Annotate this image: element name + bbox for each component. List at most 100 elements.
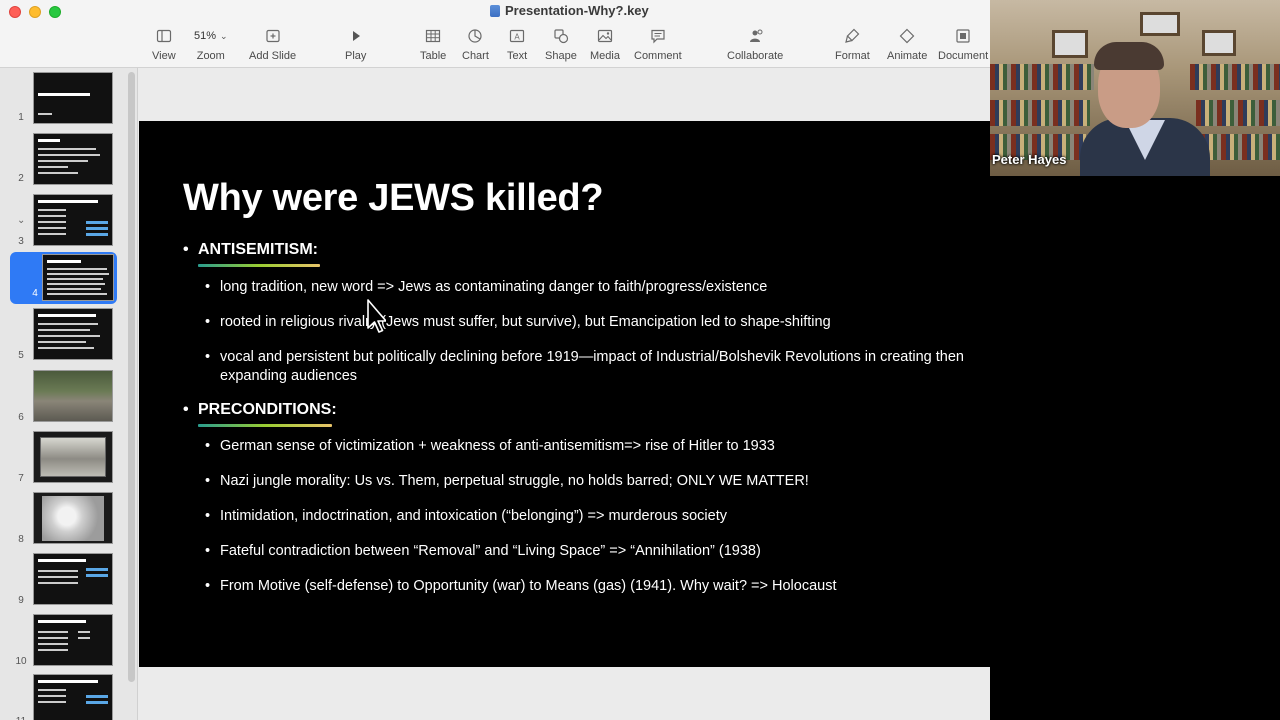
slide-thumbnail-3[interactable]: 3 bbox=[0, 194, 128, 252]
keynote-file-icon bbox=[490, 4, 500, 17]
slide-number: 2 bbox=[18, 173, 24, 184]
collaborate-button[interactable]: Collaborate bbox=[727, 26, 783, 62]
slide-thumbnail-4-selected[interactable]: 4 bbox=[10, 252, 117, 304]
animate-button[interactable]: Animate bbox=[887, 26, 927, 62]
slide-thumbnail-10[interactable]: 10 bbox=[0, 614, 128, 672]
person-hair bbox=[1094, 42, 1164, 70]
media-label: Media bbox=[590, 50, 620, 62]
slide-number: 10 bbox=[15, 656, 27, 667]
view-button[interactable]: View bbox=[152, 26, 176, 62]
bullet-item[interactable]: • long tradition, new word => Jews as con… bbox=[205, 278, 965, 297]
shape-icon bbox=[553, 26, 569, 46]
slide-preview bbox=[33, 553, 113, 605]
slide-number: 5 bbox=[18, 350, 24, 361]
slide-preview bbox=[42, 254, 114, 301]
slide-number: 7 bbox=[18, 473, 24, 484]
slide-title[interactable]: Why were JEWS killed? bbox=[183, 177, 604, 220]
table-icon bbox=[425, 26, 441, 46]
collaborate-icon bbox=[747, 26, 763, 46]
add-slide-button[interactable]: Add Slide bbox=[249, 26, 296, 62]
collaborate-label: Collaborate bbox=[727, 50, 784, 62]
table-label: Table bbox=[420, 50, 447, 62]
title-toolbar: Presentation-Why?.key View 51% ⌄ Zoom Ad… bbox=[0, 0, 990, 68]
slide-preview-photo bbox=[33, 431, 113, 483]
minimize-window-button[interactable] bbox=[29, 6, 41, 18]
document-button[interactable]: Document bbox=[938, 26, 988, 62]
slide-preview bbox=[33, 72, 113, 124]
slide-thumbnail-6[interactable]: 6 bbox=[0, 370, 128, 428]
slide-thumbnail-7[interactable]: 7 bbox=[0, 431, 128, 489]
play-button[interactable]: Play bbox=[345, 26, 366, 62]
wall-frame bbox=[1140, 12, 1180, 36]
document-label: Document bbox=[938, 50, 989, 62]
slide-number: 6 bbox=[18, 412, 24, 423]
document-icon bbox=[955, 26, 971, 46]
slide-preview bbox=[33, 308, 113, 360]
format-button[interactable]: Format bbox=[835, 26, 870, 62]
add-slide-label: Add Slide bbox=[249, 50, 297, 62]
comment-label: Comment bbox=[634, 50, 682, 62]
close-window-button[interactable] bbox=[9, 6, 21, 18]
slide-thumbnail-11[interactable]: 11 bbox=[0, 674, 128, 720]
bookshelf bbox=[1200, 134, 1280, 160]
bullet-item[interactable]: • Nazi jungle morality: Us vs. Them, perp… bbox=[205, 472, 965, 491]
slide-thumbnail-9[interactable]: 9 bbox=[0, 553, 128, 611]
text-button[interactable]: A Text bbox=[507, 26, 527, 62]
bullet-item[interactable]: • rooted in religious rivalry (Jews must … bbox=[205, 313, 965, 332]
format-label: Format bbox=[835, 50, 870, 62]
slide-thumbnail-2[interactable]: 2 bbox=[0, 133, 128, 191]
add-slide-icon bbox=[265, 26, 281, 46]
slide-canvas[interactable]: Why were JEWS killed? • ANTISEMITISM: • lo… bbox=[138, 68, 990, 720]
keynote-window: Presentation-Why?.key View 51% ⌄ Zoom Ad… bbox=[0, 0, 990, 720]
zoom-select[interactable]: 51% ⌄ bbox=[194, 26, 228, 46]
bookshelf bbox=[990, 100, 1090, 126]
slide-number: 3 bbox=[18, 236, 24, 247]
slide-number: 9 bbox=[18, 595, 24, 606]
slide-thumbnail-5[interactable]: 5 bbox=[0, 308, 128, 366]
section-heading-preconditions[interactable]: • PRECONDITIONS: bbox=[183, 401, 337, 419]
play-icon bbox=[348, 26, 364, 46]
chart-label: Chart bbox=[462, 50, 489, 62]
document-title: Presentation-Why?.key bbox=[490, 3, 649, 18]
mouse-pointer-icon bbox=[367, 299, 386, 333]
bullet-item[interactable]: • Fateful contradiction between “Removal”… bbox=[205, 542, 965, 561]
comment-button[interactable]: Comment bbox=[634, 26, 682, 62]
slide-thumbnail-1[interactable]: 1 bbox=[0, 72, 128, 130]
slide-preview bbox=[33, 614, 113, 666]
text-box-icon: A bbox=[509, 26, 525, 46]
slide-number: 11 bbox=[14, 716, 28, 720]
chevron-down-icon: ⌄ bbox=[220, 30, 228, 41]
zoom-value: 51% bbox=[194, 30, 217, 42]
photo-icon bbox=[597, 26, 613, 46]
table-button[interactable]: Table bbox=[420, 26, 446, 62]
chart-icon bbox=[467, 26, 483, 46]
shape-label: Shape bbox=[545, 50, 577, 62]
section-heading-antisemitism[interactable]: • ANTISEMITISM: bbox=[183, 241, 318, 259]
bullet-item[interactable]: • vocal and persistent but politically de… bbox=[205, 348, 965, 386]
slide-preview-photo bbox=[33, 370, 113, 422]
zoom-control[interactable]: 51% ⌄ Zoom bbox=[194, 26, 228, 62]
chart-button[interactable]: Chart bbox=[462, 26, 489, 62]
heading-underline bbox=[198, 424, 332, 427]
slide-number: 4 bbox=[32, 288, 38, 299]
participant-name: Peter Hayes bbox=[992, 152, 1067, 167]
bookshelf bbox=[1190, 64, 1280, 90]
bullet-item[interactable]: • From Motive (self-defense) to Opportuni… bbox=[205, 577, 965, 596]
slide-preview bbox=[33, 194, 113, 246]
sidebar-icon bbox=[156, 26, 172, 46]
slide-thumbnail-8[interactable]: 8 bbox=[0, 492, 128, 550]
slide-navigator: ⌄ 1 2 3 4 5 6 7 8 9 10 bbox=[0, 68, 138, 720]
video-participant-tile[interactable]: Peter Hayes bbox=[990, 0, 1280, 176]
paintbrush-icon bbox=[844, 26, 860, 46]
bullet-item[interactable]: • German sense of victimization + weaknes… bbox=[205, 437, 965, 456]
current-slide[interactable]: Why were JEWS killed? • ANTISEMITISM: • lo… bbox=[139, 121, 990, 667]
navigator-scrollbar[interactable] bbox=[128, 72, 135, 682]
bullet-item[interactable]: • Intimidation, indoctrination, and intox… bbox=[205, 507, 965, 526]
shape-button[interactable]: Shape bbox=[545, 26, 577, 62]
bookshelf bbox=[1196, 100, 1280, 126]
wall-frame bbox=[1052, 30, 1088, 58]
animate-label: Animate bbox=[887, 50, 928, 62]
media-button[interactable]: Media bbox=[590, 26, 620, 62]
maximize-window-button[interactable] bbox=[49, 6, 61, 18]
slide-preview-map bbox=[33, 492, 113, 544]
